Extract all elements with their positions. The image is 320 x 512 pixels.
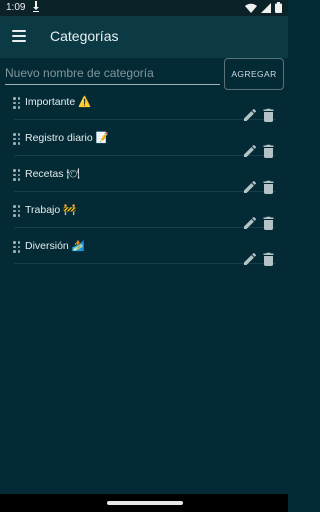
wifi-icon <box>245 3 257 13</box>
list-item: Trabajo 🚧 <box>0 200 288 236</box>
delete-icon[interactable] <box>262 144 275 158</box>
divider <box>14 155 276 156</box>
delete-icon[interactable] <box>262 180 275 194</box>
category-name-field-container <box>5 62 220 85</box>
edit-icon[interactable] <box>243 108 257 122</box>
list-item: Diversión 🏄 <box>0 236 288 272</box>
delete-icon[interactable] <box>262 108 275 122</box>
menu-icon[interactable] <box>12 30 26 42</box>
list-item: Importante ⚠️ <box>0 92 288 128</box>
battery-icon <box>275 2 282 13</box>
status-icons <box>245 2 282 13</box>
system-navigation-bar <box>0 494 288 512</box>
edit-icon[interactable] <box>243 180 257 194</box>
list-item: Recetas 🍽 <box>0 164 288 200</box>
add-category-button[interactable]: AGREGAR <box>224 58 284 90</box>
category-label: Registro diario 📝 <box>25 132 109 144</box>
edit-icon[interactable] <box>243 144 257 158</box>
status-time: 1:09 <box>6 2 26 13</box>
delete-icon[interactable] <box>262 252 275 266</box>
category-label: Trabajo 🚧 <box>25 204 77 216</box>
page-title: Categorías <box>50 28 119 44</box>
divider <box>14 191 276 192</box>
edit-icon[interactable] <box>243 252 257 266</box>
delete-icon[interactable] <box>262 216 275 230</box>
category-label: Importante ⚠️ <box>25 96 92 108</box>
drag-handle-icon[interactable] <box>13 205 21 217</box>
edit-icon[interactable] <box>243 216 257 230</box>
home-gesture-handle[interactable] <box>107 501 183 505</box>
divider <box>14 263 276 264</box>
download-icon <box>33 1 39 12</box>
category-label: Recetas 🍽 <box>25 168 80 180</box>
drag-handle-icon[interactable] <box>13 241 21 253</box>
status-bar: 1:09 <box>0 0 288 16</box>
divider <box>14 119 276 120</box>
drag-handle-icon[interactable] <box>13 133 21 145</box>
category-label: Diversión 🏄 <box>25 240 85 252</box>
divider <box>14 227 276 228</box>
app-bar: Categorías <box>0 16 288 58</box>
list-item: Registro diario 📝 <box>0 128 288 164</box>
signal-icon <box>261 2 271 13</box>
drag-handle-icon[interactable] <box>13 97 21 109</box>
category-name-input[interactable] <box>5 63 220 83</box>
drag-handle-icon[interactable] <box>13 169 21 181</box>
